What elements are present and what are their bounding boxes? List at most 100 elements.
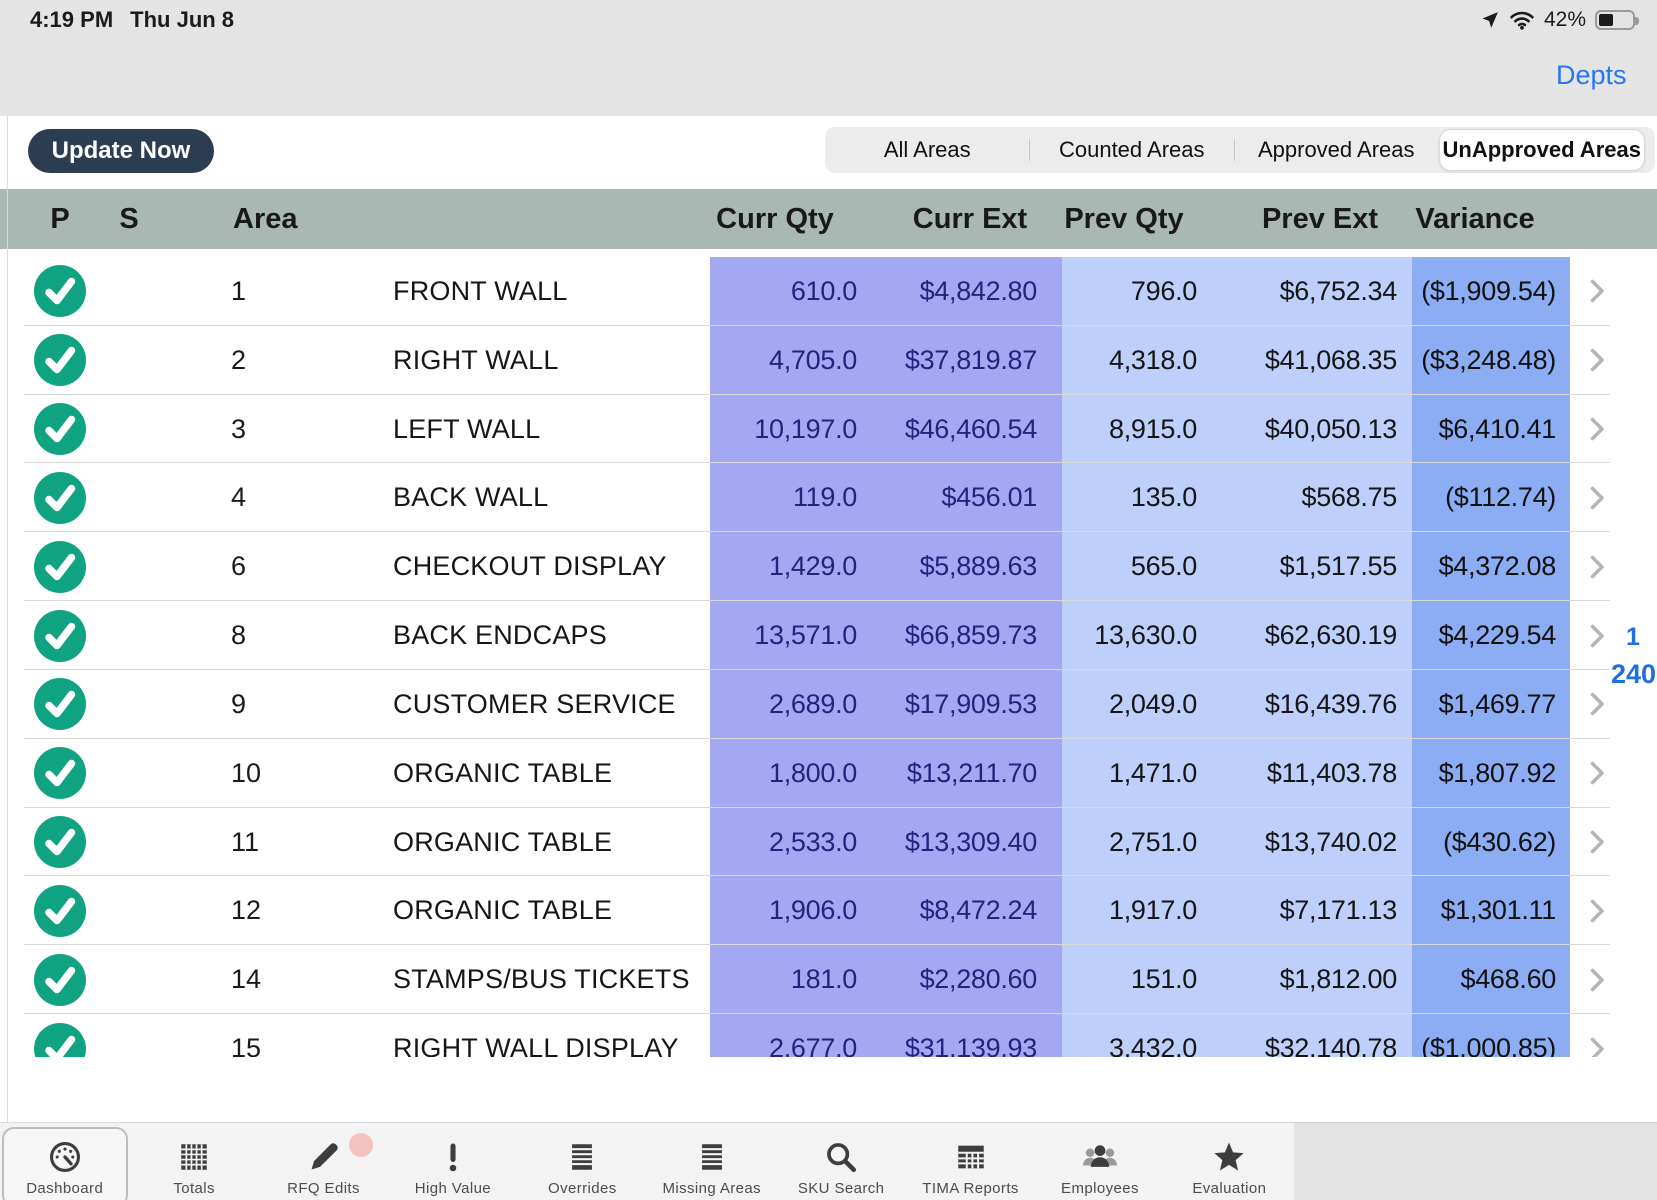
row-chevron-icon[interactable] — [1590, 876, 1605, 945]
table-row[interactable]: 1 FRONT WALL 610.0 $4,842.80 796.0 $6,75… — [0, 257, 1657, 326]
wifi-icon — [1509, 10, 1535, 30]
row-chevron-icon[interactable] — [1590, 945, 1605, 1014]
document-icon — [565, 1140, 599, 1174]
segment-unapproved-areas[interactable]: UnApproved Areas — [1439, 129, 1646, 171]
table-row[interactable]: 12 ORGANIC TABLE 1,906.0 $8,472.24 1,917… — [0, 876, 1657, 945]
location-icon — [1480, 10, 1500, 30]
tab-dashboard[interactable]: Dashboard — [0, 1122, 129, 1200]
row-chevron-icon[interactable] — [1590, 257, 1605, 326]
area-number: 6 — [231, 532, 246, 601]
table-row[interactable]: 10 ORGANIC TABLE 1,800.0 $13,211.70 1,47… — [0, 739, 1657, 808]
table-row[interactable]: 6 CHECKOUT DISPLAY 1,429.0 $5,889.63 565… — [0, 532, 1657, 601]
segment-divider — [1029, 139, 1030, 161]
bottom-tab-bar: Dashboard Totals RFQ Edits High Value Ov… — [0, 1122, 1657, 1200]
row-chevron-icon[interactable] — [1590, 1014, 1605, 1057]
row-chevron-icon[interactable] — [1590, 532, 1605, 601]
tab-totals[interactable]: Totals — [129, 1122, 258, 1200]
column-header-s: S — [103, 189, 155, 249]
variance-value: $1,301.11 — [1236, 876, 1556, 945]
area-number: 10 — [231, 739, 261, 808]
column-header-variance: Variance — [1375, 189, 1575, 249]
approved-check-icon[interactable] — [34, 739, 86, 808]
approved-check-icon[interactable] — [34, 601, 86, 670]
segment-approved-areas[interactable]: Approved Areas — [1234, 127, 1439, 173]
tab-rfq-edits[interactable]: RFQ Edits — [259, 1122, 388, 1200]
side-annotation-value: 2400 — [1611, 659, 1657, 690]
area-name: BACK WALL — [393, 463, 548, 532]
segment-all-areas[interactable]: All Areas — [825, 127, 1030, 173]
status-bar: 4:19 PM Thu Jun 8 42% Depts — [0, 0, 1657, 116]
rfq-edits-badge — [349, 1133, 373, 1157]
exclamation-icon — [436, 1140, 470, 1174]
depts-link[interactable]: Depts — [1556, 60, 1627, 91]
tab-tima-reports[interactable]: TIMA Reports — [906, 1122, 1035, 1200]
tab-sku-search[interactable]: SKU Search — [776, 1122, 905, 1200]
tab-evaluation[interactable]: Evaluation — [1165, 1122, 1294, 1200]
left-pane-divider — [7, 116, 8, 1122]
search-icon — [824, 1140, 858, 1174]
battery-percent: 42% — [1544, 8, 1586, 32]
area-name: RIGHT WALL — [393, 326, 559, 395]
column-header-prev-qty: Prev Qty — [1024, 189, 1224, 249]
approved-check-icon[interactable] — [34, 945, 86, 1014]
column-header-area: Area — [233, 189, 298, 249]
table-row[interactable]: 14 STAMPS/BUS TICKETS 181.0 $2,280.60 15… — [0, 945, 1657, 1014]
segment-counted-areas[interactable]: Counted Areas — [1030, 127, 1235, 173]
area-number: 15 — [231, 1014, 261, 1057]
tab-overrides[interactable]: Overrides — [518, 1122, 647, 1200]
side-annotation-row: 1 — [1626, 623, 1640, 652]
tab-high-value[interactable]: High Value — [388, 1122, 517, 1200]
row-chevron-icon[interactable] — [1590, 463, 1605, 532]
status-date: Thu Jun 8 — [130, 7, 234, 33]
toolbar: Update Now All Areas Counted Areas Appro… — [0, 116, 1657, 189]
table-row[interactable]: 4 BACK WALL 119.0 $456.01 135.0 $568.75 … — [0, 463, 1657, 532]
row-chevron-icon[interactable] — [1590, 739, 1605, 808]
variance-value: ($430.62) — [1236, 808, 1556, 877]
variance-value: $468.60 — [1236, 945, 1556, 1014]
area-number: 14 — [231, 945, 261, 1014]
approved-check-icon[interactable] — [34, 670, 86, 739]
update-now-button[interactable]: Update Now — [28, 129, 214, 173]
grid-icon — [177, 1140, 211, 1174]
approved-check-icon[interactable] — [34, 326, 86, 395]
approved-check-icon[interactable] — [34, 395, 86, 464]
approved-check-icon[interactable] — [34, 1014, 86, 1057]
area-name: LEFT WALL — [393, 395, 540, 464]
approved-check-icon[interactable] — [34, 532, 86, 601]
area-number: 2 — [231, 326, 246, 395]
document-icon — [695, 1140, 729, 1174]
row-chevron-icon[interactable] — [1590, 601, 1605, 670]
area-number: 11 — [231, 808, 259, 877]
variance-value: $4,229.54 — [1236, 601, 1556, 670]
table-row[interactable]: 3 LEFT WALL 10,197.0 $46,460.54 8,915.0 … — [0, 395, 1657, 464]
row-chevron-icon[interactable] — [1590, 395, 1605, 464]
variance-value: ($1,909.54) — [1236, 257, 1556, 326]
table-header: P S Area Curr Qty Curr Ext Prev Qty Prev… — [0, 189, 1657, 249]
column-header-p: P — [34, 189, 86, 249]
area-number: 4 — [231, 463, 246, 532]
variance-value: $1,807.92 — [1236, 739, 1556, 808]
tab-missing-areas[interactable]: Missing Areas — [647, 1122, 776, 1200]
approved-check-icon[interactable] — [34, 876, 86, 945]
segment-divider — [1234, 139, 1235, 161]
row-chevron-icon[interactable] — [1590, 808, 1605, 877]
table-row[interactable]: 11 ORGANIC TABLE 2,533.0 $13,309.40 2,75… — [0, 808, 1657, 877]
approved-check-icon[interactable] — [34, 808, 86, 877]
variance-value: ($112.74) — [1236, 463, 1556, 532]
pencil-icon — [307, 1140, 341, 1174]
table-row[interactable]: 8 BACK ENDCAPS 13,571.0 $66,859.73 13,63… — [0, 601, 1657, 670]
variance-value: $4,372.08 — [1236, 532, 1556, 601]
tab-employees[interactable]: Employees — [1035, 1122, 1164, 1200]
battery-icon — [1595, 10, 1635, 30]
approved-check-icon[interactable] — [34, 463, 86, 532]
row-chevron-icon[interactable] — [1590, 670, 1605, 739]
row-chevron-icon[interactable] — [1590, 326, 1605, 395]
area-number: 12 — [231, 876, 261, 945]
table-row[interactable]: 2 RIGHT WALL 4,705.0 $37,819.87 4,318.0 … — [0, 326, 1657, 395]
table-row[interactable]: 15 RIGHT WALL DISPLAY 2,677.0 $31,139.93… — [0, 1014, 1657, 1057]
table-row[interactable]: 9 CUSTOMER SERVICE 2,689.0 $17,909.53 2,… — [0, 670, 1657, 739]
area-number: 3 — [231, 395, 246, 464]
areas-table: 1 FRONT WALL 610.0 $4,842.80 796.0 $6,75… — [0, 257, 1657, 1057]
report-icon — [954, 1140, 988, 1174]
approved-check-icon[interactable] — [34, 257, 86, 326]
